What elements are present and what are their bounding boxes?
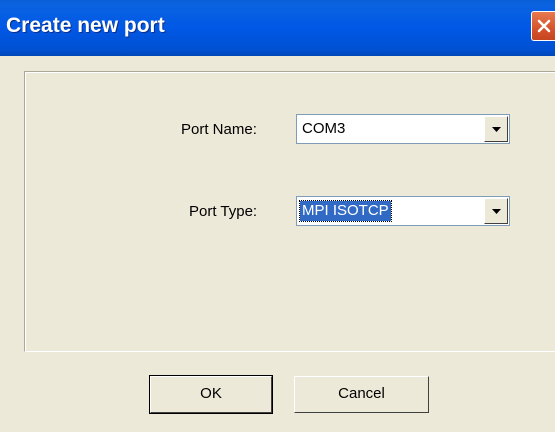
port-name-select[interactable]: COM3 — [296, 114, 510, 144]
port-type-select[interactable]: MPI ISOTCP — [296, 196, 510, 226]
port-type-label: Port Type: — [189, 203, 258, 220]
chevron-down-icon — [492, 209, 501, 214]
port-name-label: Port Name: — [181, 121, 257, 138]
port-type-dropdown-button[interactable] — [484, 198, 508, 224]
close-icon — [537, 19, 551, 33]
port-name-dropdown-button[interactable] — [484, 116, 508, 142]
ok-button[interactable]: OK — [149, 375, 273, 414]
dialog-title: Create new port — [6, 14, 165, 37]
close-button[interactable] — [531, 11, 555, 41]
port-type-value: MPI ISOTCP — [299, 200, 392, 222]
port-name-value: COM3 — [302, 120, 346, 137]
title-bar[interactable]: Create new port — [0, 0, 555, 56]
cancel-button[interactable]: Cancel — [294, 376, 429, 413]
chevron-down-icon — [492, 127, 501, 132]
